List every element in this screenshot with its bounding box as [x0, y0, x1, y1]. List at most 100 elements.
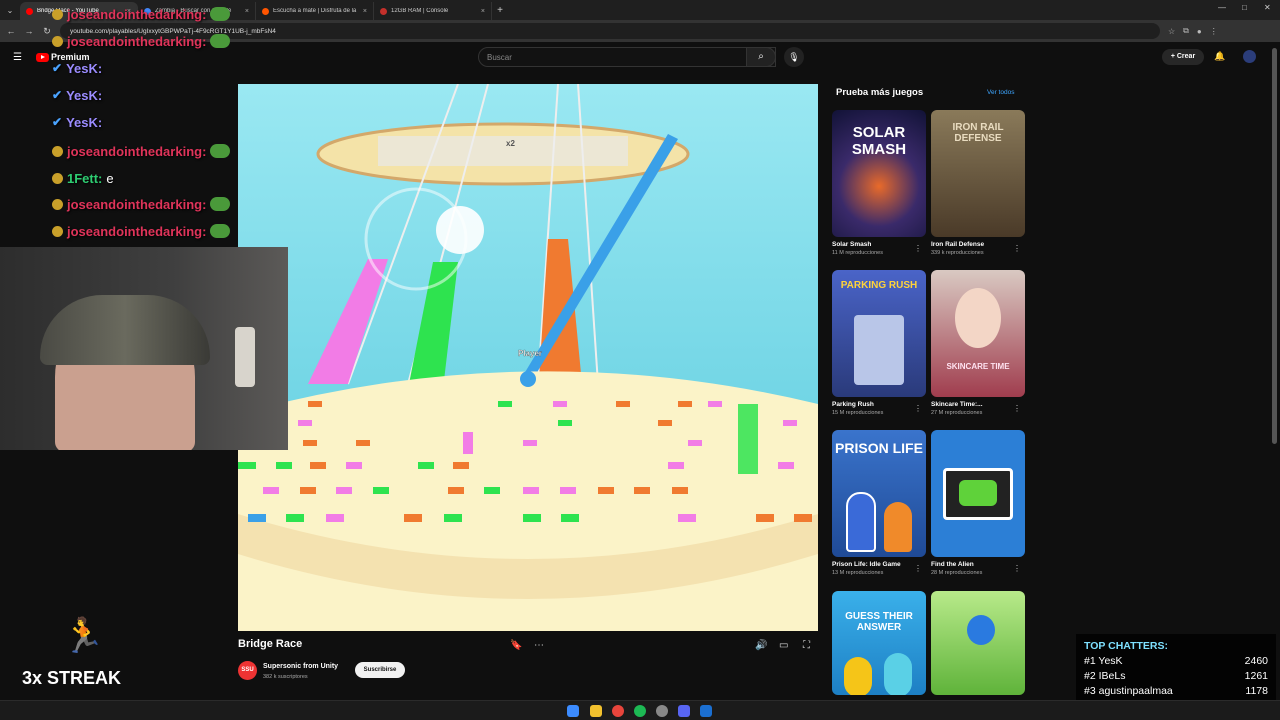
card-menu-icon[interactable]: ⋮: [914, 404, 922, 413]
site-favicon-icon: [262, 7, 269, 15]
extensions-icon[interactable]: ⧉: [1183, 26, 1189, 36]
game-thumbnail[interactable]: [931, 591, 1025, 695]
game-canvas[interactable]: x2 Player: [238, 84, 818, 631]
close-window-icon[interactable]: ✕: [1264, 3, 1271, 12]
verified-check-icon: ✔: [52, 61, 63, 75]
create-button[interactable]: + Crear: [1162, 49, 1204, 65]
spotify-icon[interactable]: [634, 705, 646, 717]
chat-message: joseandointhedarking:: [52, 194, 231, 214]
coin-badge-icon: [52, 8, 63, 20]
card-menu-icon[interactable]: ⋮: [1013, 564, 1021, 573]
search-icon: ⌕: [758, 51, 764, 62]
profile-icon[interactable]: ●: [1197, 27, 1202, 36]
card-menu-icon[interactable]: ⋮: [914, 564, 922, 573]
coin-badge-icon: [52, 35, 63, 47]
channel-name[interactable]: Supersonic from Unity: [263, 663, 338, 670]
game-card-skincare-time[interactable]: SKINCARE TIME Skincare Time:... 27 M rep…: [931, 270, 1025, 416]
close-tab-icon[interactable]: ×: [363, 8, 367, 15]
page-scrollbar[interactable]: [1272, 48, 1277, 444]
skeleton-runner-icon: 🏃: [62, 617, 105, 655]
tab-2[interactable]: Escucha a mate | Disfruta de la ×: [256, 2, 374, 20]
game-card-parking-rush[interactable]: PARKING RUSH Parking Rush 15 M reproducc…: [832, 270, 926, 416]
pepe-emote-icon: [210, 224, 231, 238]
more-options-icon[interactable]: ⋯: [534, 640, 544, 651]
bridge-race-scene: x2 Player: [238, 84, 818, 631]
miniplayer-icon[interactable]: ▭: [779, 640, 788, 651]
tab-3[interactable]: 12GB RAM | Console ×: [374, 2, 492, 20]
chat-message: joseandointhedarking:: [52, 221, 231, 241]
game-thumbnail[interactable]: PRISON LIFE: [832, 430, 926, 557]
chat-message-text: e: [106, 170, 114, 186]
browser-menu-icon[interactable]: ⋮: [1210, 27, 1218, 36]
game-card-prison-life[interactable]: PRISON LIFE Prison Life: Idle Game 13 M …: [832, 430, 926, 576]
chat-username: joseandointhedarking:: [67, 196, 207, 212]
save-bookmark-icon[interactable]: 🔖: [510, 640, 522, 651]
volume-icon[interactable]: 🔊: [755, 640, 767, 651]
coin-badge-icon: [52, 145, 63, 157]
reload-icon[interactable]: ↻: [42, 26, 52, 37]
more-games-heading: Prueba más juegos: [836, 87, 924, 98]
chat-message: joseandointhedarking:: [52, 31, 231, 51]
chat-username: 1Fett:: [67, 170, 103, 186]
alien-face-icon: [959, 480, 997, 506]
account-avatar[interactable]: [1243, 50, 1256, 63]
svg-text:x2: x2: [506, 139, 515, 148]
guard-character: [846, 492, 876, 552]
game-thumbnail[interactable]: PARKING RUSH: [832, 270, 926, 397]
card-menu-icon[interactable]: ⋮: [1013, 244, 1021, 253]
game-thumbnail[interactable]: GUESS THEIR ANSWER: [832, 591, 926, 695]
search-input[interactable]: Buscar: [478, 47, 776, 67]
hamburger-menu-icon[interactable]: ☰: [13, 52, 22, 63]
search-button[interactable]: ⌕: [746, 47, 776, 67]
top-chatters-title: TOP CHATTERS:: [1084, 640, 1169, 652]
character: [967, 615, 995, 645]
notifications-bell-icon[interactable]: 🔔: [1214, 51, 1225, 62]
character: [884, 653, 912, 695]
game-thumbnail[interactable]: SOLAR SMASH: [832, 110, 926, 237]
close-tab-icon[interactable]: ×: [481, 8, 485, 15]
start-menu-icon[interactable]: [567, 705, 579, 717]
camo-cap: [40, 295, 210, 365]
voice-search-button[interactable]: 🎙: [784, 47, 804, 67]
chat-message: 1Fett: e: [52, 168, 114, 188]
subscribe-button[interactable]: Suscribirse: [355, 662, 405, 678]
os-taskbar: [0, 700, 1280, 720]
game-card-guess-their-answer[interactable]: GUESS THEIR ANSWER: [832, 591, 926, 695]
game-card-find-the-alien[interactable]: Find the Alien 28 M reproducciones ⋮: [931, 430, 1025, 576]
maximize-icon[interactable]: □: [1242, 3, 1247, 12]
chat-message: ✔ YesK:: [52, 85, 102, 105]
back-icon[interactable]: ←: [6, 26, 16, 36]
app-icon[interactable]: [700, 705, 712, 717]
app-icon[interactable]: [656, 705, 668, 717]
channel-avatar[interactable]: SSU: [238, 661, 257, 680]
chrome-icon[interactable]: [612, 705, 624, 717]
see-all-link[interactable]: Ver todos: [987, 89, 1014, 96]
card-menu-icon[interactable]: ⋮: [1013, 404, 1021, 413]
discord-icon[interactable]: [678, 705, 690, 717]
coin-badge-icon: [52, 172, 63, 184]
chat-username: joseandointhedarking:: [67, 143, 207, 159]
minimize-icon[interactable]: —: [1218, 3, 1226, 12]
game-thumbnail[interactable]: IRON RAIL DEFENSE: [931, 110, 1025, 237]
close-tab-icon[interactable]: ×: [245, 8, 249, 15]
tab-search-icon[interactable]: ⌄: [0, 6, 20, 15]
forward-icon[interactable]: →: [24, 26, 34, 36]
bookmark-star-icon[interactable]: ☆: [1168, 27, 1175, 36]
new-tab-button[interactable]: +: [492, 5, 508, 16]
pepe-emote-icon: [210, 197, 231, 211]
chat-username: joseandointhedarking:: [67, 6, 207, 22]
game-thumbnail[interactable]: SKINCARE TIME: [931, 270, 1025, 397]
game-card-iron-rail-defense[interactable]: IRON RAIL DEFENSE Iron Rail Defense 339 …: [931, 110, 1025, 256]
file-explorer-icon[interactable]: [590, 705, 602, 717]
game-card-solar-smash[interactable]: SOLAR SMASH Solar Smash 11 M reproduccio…: [832, 110, 926, 256]
chat-username: joseandointhedarking:: [67, 223, 207, 239]
card-menu-icon[interactable]: ⋮: [914, 244, 922, 253]
chat-username: YesK:: [66, 87, 103, 103]
game-card-money-stack[interactable]: [931, 591, 1025, 695]
character-face: [955, 288, 1001, 348]
fullscreen-icon[interactable]: ⛶: [803, 640, 810, 651]
background-object: [235, 327, 255, 387]
chat-message: joseandointhedarking:: [52, 4, 231, 24]
game-thumbnail[interactable]: [931, 430, 1025, 557]
site-favicon-icon: [380, 7, 387, 15]
